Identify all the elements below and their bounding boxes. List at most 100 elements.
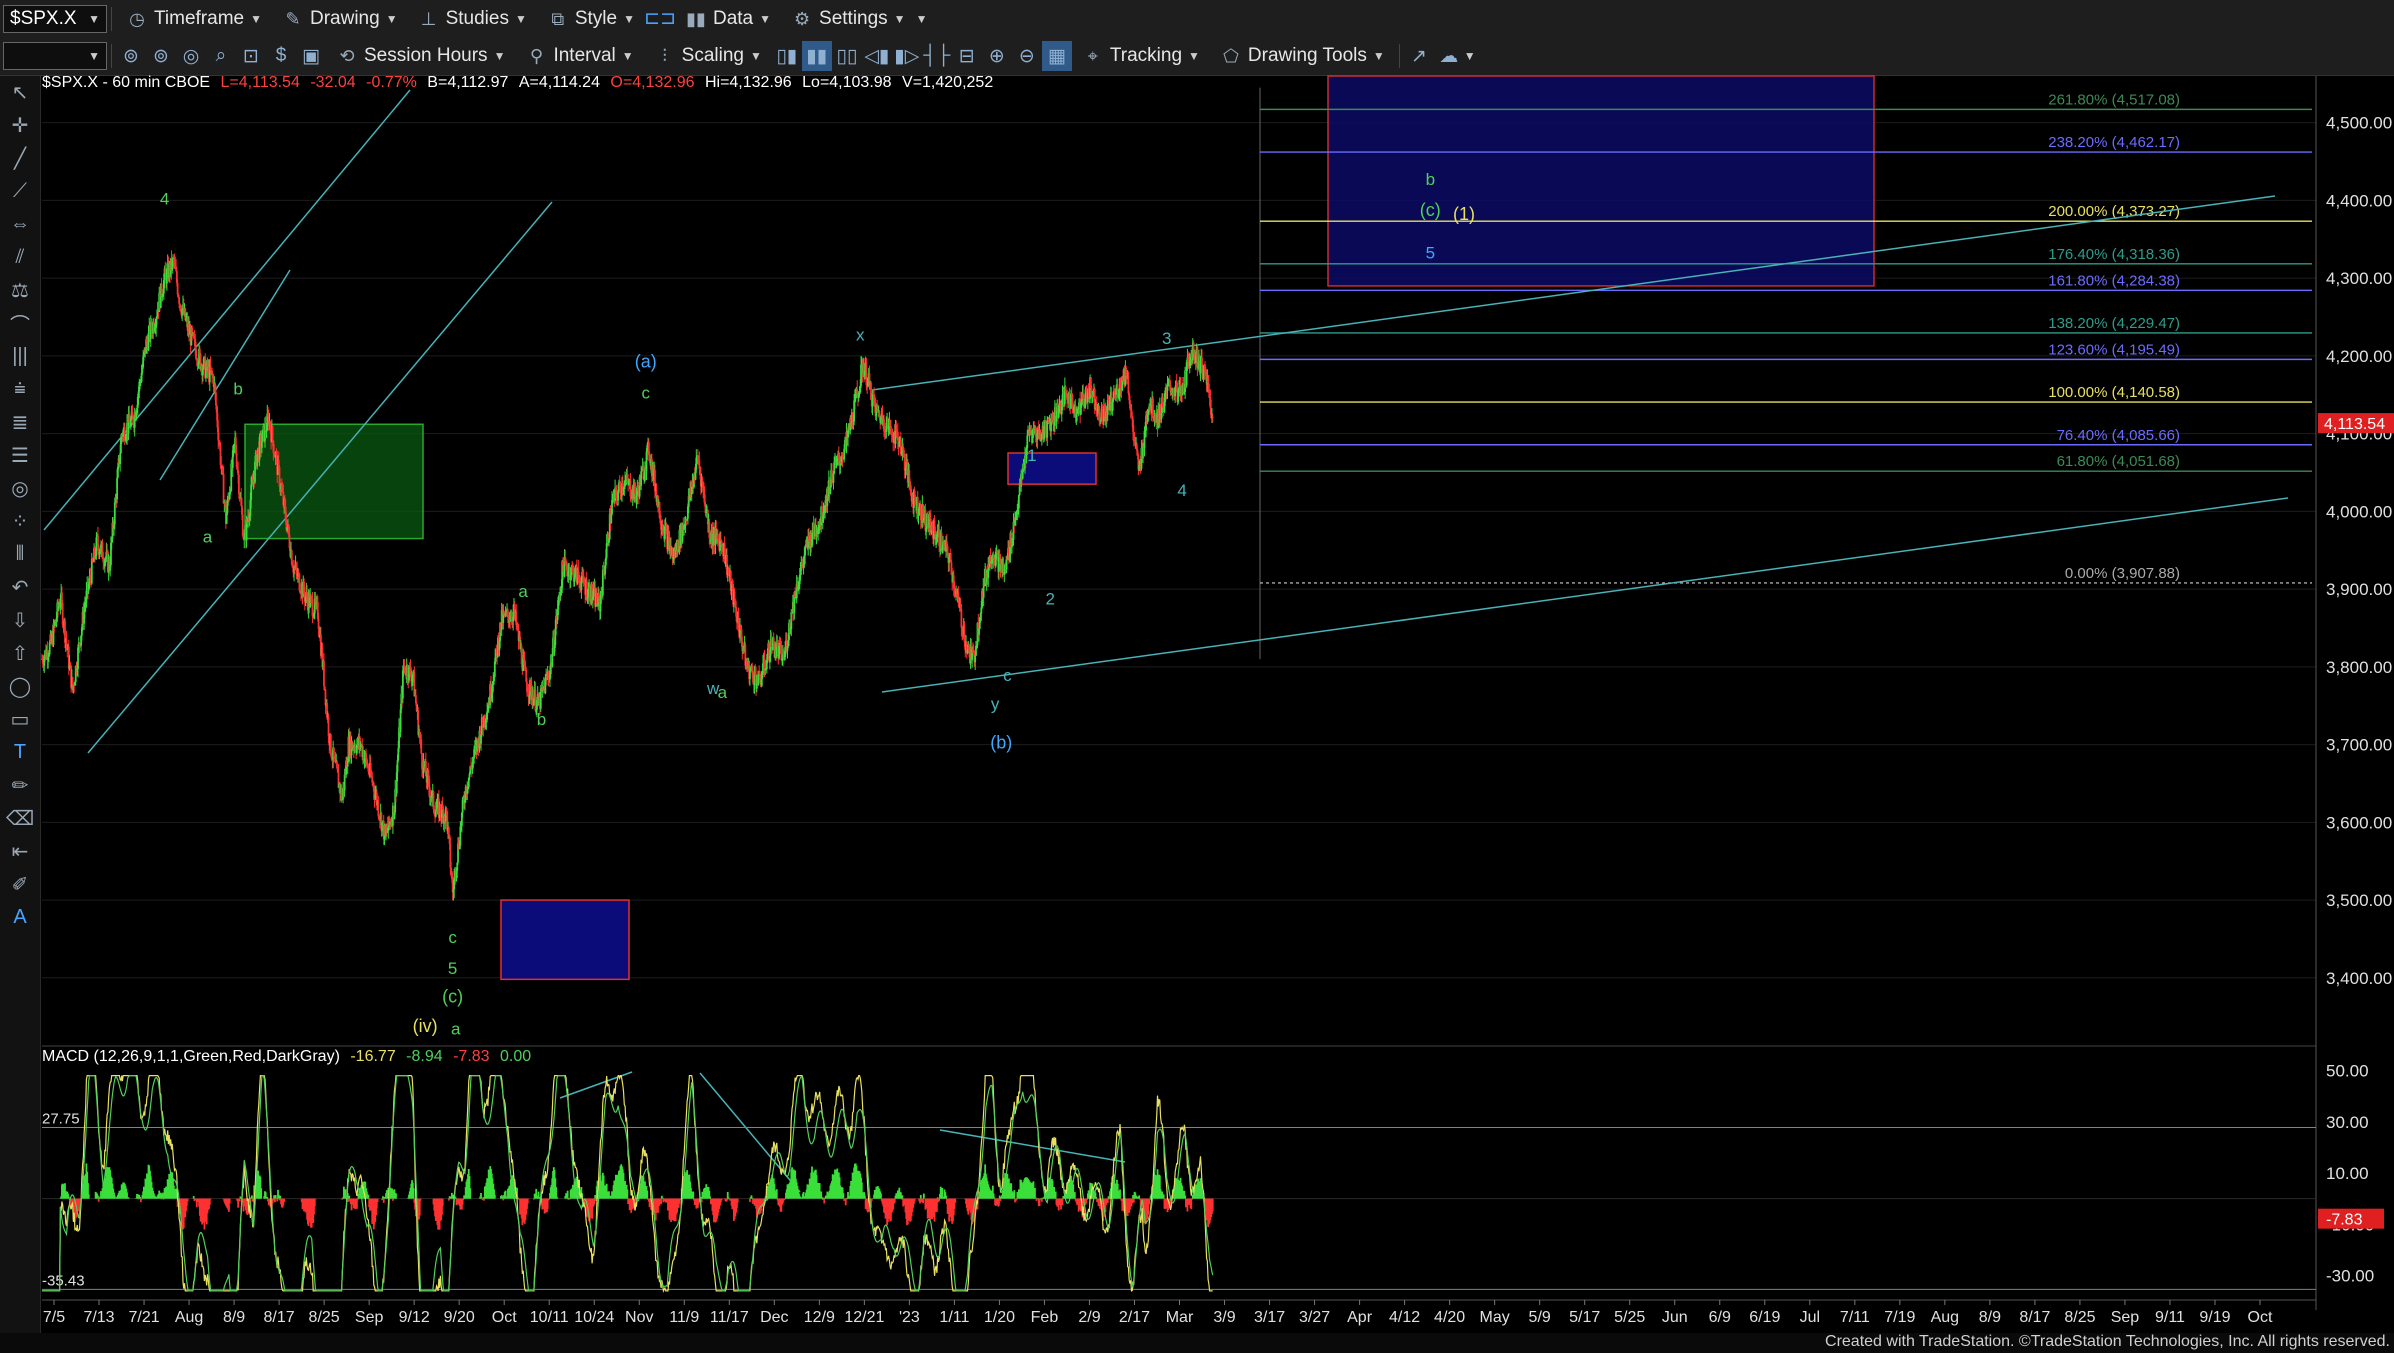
candle-body (396, 760, 399, 773)
candle-body (719, 539, 721, 551)
macd-header: MACD (12,26,9,1,1,Green,Red,DarkGray) -1… (42, 1048, 531, 1066)
macd-tick-label: 50.00 (2326, 1062, 2369, 1081)
candle-body (843, 448, 846, 460)
wave-label: (c) (442, 987, 463, 1007)
x-tick-label: 3/27 (1299, 1309, 1330, 1326)
candle-body (1017, 495, 1020, 509)
candle-body (763, 657, 766, 670)
price-chart[interactable]: 261.80% (4,517.08)238.20% (4,462.17)200.… (0, 0, 2394, 1333)
x-tick-label: 9/12 (399, 1309, 430, 1326)
candle-body (737, 615, 740, 631)
candle-body (978, 628, 980, 635)
x-tick-label: 7/13 (83, 1309, 114, 1326)
candle-body (271, 426, 274, 441)
price-tick-label: 4,500.00 (2326, 114, 2392, 133)
candle-body (122, 430, 125, 437)
candle-body (323, 661, 325, 687)
candle-body (1152, 398, 1154, 419)
bid-value: B=4,112.97 (427, 74, 509, 91)
candle-body (119, 453, 122, 464)
macd-level-label: -35.43 (42, 1272, 85, 1289)
macd-avg-value: -8.94 (406, 1048, 443, 1065)
candle-body (327, 716, 330, 737)
x-tick-label: 4/12 (1389, 1309, 1420, 1326)
x-tick-label: 8/17 (264, 1309, 295, 1326)
candle-body (1162, 397, 1164, 408)
trendline (87, 201, 553, 754)
candle-body (215, 392, 217, 406)
x-tick-label: Sep (355, 1309, 384, 1326)
x-tick-label: Sep (2111, 1309, 2140, 1326)
candle-body (617, 491, 620, 501)
wave-label: 2 (1046, 590, 1055, 609)
candle-body (1109, 395, 1111, 411)
candle-body (222, 473, 225, 504)
candle-body (1101, 408, 1104, 421)
time-axis[interactable]: 7/5 7/13 7/21 Aug 8/9 8/17 8/25 Sep 9/12 9/20 Oct 1… (42, 1299, 2316, 1326)
macd-diff-value: -7.83 (453, 1048, 490, 1065)
price-tick-label: 3,700.00 (2326, 736, 2392, 755)
wave-labels: 4bac5(c)(iv) aab(a)cwaxcy(b)1234b(c) (1)5 (160, 170, 1475, 1039)
price-tick-label: 4,400.00 (2326, 191, 2392, 210)
candle-body (860, 364, 862, 386)
candle-body (1127, 375, 1130, 394)
x-tick-label: May (1480, 1309, 1510, 1326)
x-tick-label: 9/11 (2155, 1309, 2185, 1326)
trend-lines (43, 89, 2289, 1193)
macd-level-label: 27.75 (42, 1111, 80, 1128)
x-tick-label: 7/19 (1884, 1309, 1915, 1326)
x-tick-label: 1/20 (984, 1309, 1015, 1326)
candle-body (493, 676, 495, 682)
candle-body (551, 654, 554, 667)
fib-level-label: 161.80% (4,284.38) (2048, 272, 2180, 289)
x-tick-label: 8/25 (309, 1309, 340, 1326)
candle-body (619, 486, 622, 494)
wave-label: b (233, 380, 242, 399)
macd-signal-line (42, 1075, 1214, 1292)
candle-body (544, 678, 547, 694)
wave-label: (a) (635, 352, 657, 372)
candle-body (870, 382, 872, 400)
candle-body (176, 282, 179, 295)
candle-body (97, 535, 99, 546)
x-tick-label: 8/9 (1979, 1309, 2001, 1326)
candle-body (69, 663, 72, 666)
macd-zero-value: 0.00 (500, 1048, 532, 1065)
wave-label: 4 (160, 189, 169, 208)
wave-label: 5 (448, 959, 457, 978)
x-tick-label: 9/19 (2199, 1309, 2230, 1326)
wave-label: (1) (1453, 204, 1475, 224)
candle-body (762, 663, 764, 675)
candle-body (648, 455, 651, 462)
wave-label: a (718, 683, 728, 702)
candle-body (885, 422, 888, 432)
symbol-info: $SPX.X - 60 min CBOE (42, 74, 211, 91)
x-tick-label: 5/25 (1614, 1309, 1645, 1326)
open-value: O=4,132.96 (610, 74, 695, 91)
x-tick-label: 3/17 (1254, 1309, 1285, 1326)
candle-body (960, 608, 963, 628)
x-tick-label: 2/17 (1119, 1309, 1150, 1326)
wave-label: b (537, 710, 546, 729)
candle-body (963, 626, 966, 643)
candle-body (752, 673, 754, 683)
candle-body (116, 477, 118, 500)
candle-body (890, 426, 892, 434)
candle-body (749, 670, 751, 680)
candle-body (712, 533, 715, 546)
high-value: Hi=4,132.96 (704, 74, 792, 91)
wave-label: 5 (1426, 244, 1435, 263)
candle-body (1021, 470, 1024, 479)
candle-body (165, 268, 168, 284)
x-tick-label: 4/20 (1434, 1309, 1465, 1326)
candlestick-series (41, 250, 1214, 901)
price-tick-label: 3,900.00 (2326, 580, 2392, 599)
price-tick-label: 3,400.00 (2326, 969, 2392, 988)
x-tick-label: 8/17 (2019, 1309, 2050, 1326)
wave-label: (b) (990, 732, 1012, 752)
x-tick-label: 10/24 (574, 1309, 614, 1326)
price-tick-label: 3,800.00 (2326, 658, 2392, 677)
chart-grid (42, 122, 2316, 1047)
candle-body (841, 456, 844, 459)
wave-label: x (856, 325, 865, 344)
